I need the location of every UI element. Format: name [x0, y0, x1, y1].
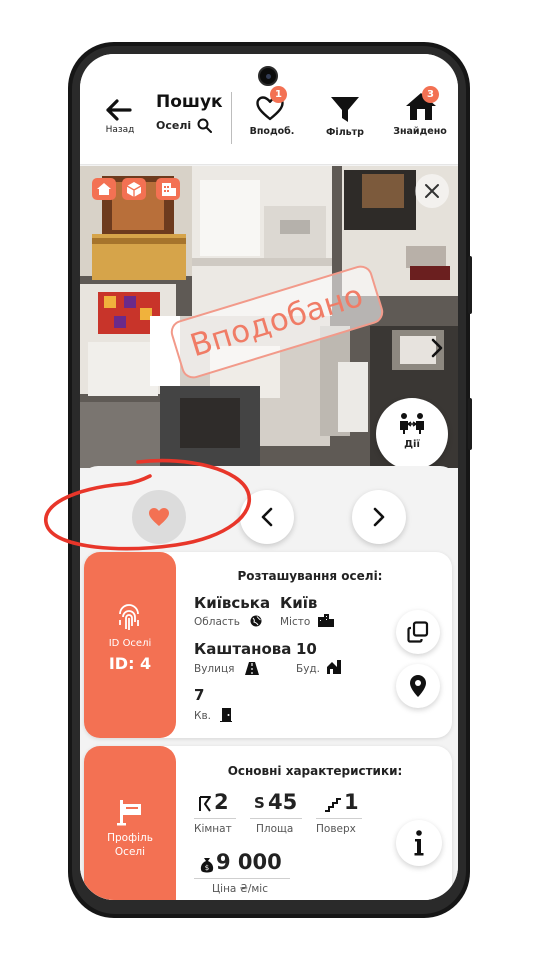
city-label: Місто	[280, 616, 311, 628]
search-icon	[197, 118, 212, 133]
next-listing-button[interactable]	[352, 490, 406, 544]
building-icon	[162, 183, 176, 196]
building-label: Буд.	[296, 663, 321, 675]
found-count-badge: 3	[422, 86, 439, 103]
profile-label-line2: Оселі	[114, 846, 146, 858]
house-building-icon	[327, 660, 341, 674]
room-type-chip[interactable]	[122, 178, 146, 200]
rooms-label: Кімнат	[194, 823, 232, 835]
filter-button[interactable]: Фільтр	[320, 94, 370, 142]
copy-icon	[407, 621, 429, 643]
profile-label-line1: Профіль	[107, 832, 153, 844]
front-camera	[258, 66, 278, 86]
previous-listing-button[interactable]	[240, 490, 294, 544]
arrow-left-icon	[106, 99, 132, 121]
people-exchange-icon	[400, 413, 424, 434]
back-button[interactable]: Назад	[100, 94, 140, 144]
volume-button	[468, 256, 472, 314]
back-label: Назад	[105, 125, 135, 135]
city-buildings-icon	[318, 614, 334, 627]
actions-button[interactable]: Дії	[376, 398, 448, 468]
liked-label: Вподоб.	[249, 126, 295, 137]
liked-count-badge: 1	[270, 86, 287, 103]
heart-filled-icon	[149, 508, 169, 526]
area-label: Площа	[256, 823, 294, 835]
info-button[interactable]	[396, 820, 442, 866]
chevron-left-icon	[261, 507, 273, 527]
features-title: Основні характеристики:	[227, 764, 403, 778]
close-icon	[425, 184, 439, 198]
map-pin-icon	[410, 675, 426, 697]
floor-divider	[316, 818, 362, 819]
apartment-value: 7	[194, 686, 205, 704]
info-icon	[414, 830, 424, 856]
next-image-button[interactable]	[426, 324, 450, 372]
actions-label: Дії	[404, 439, 420, 450]
id-tab[interactable]: ID Оселі ID: 4	[84, 552, 176, 738]
rooms-divider	[194, 818, 236, 819]
price-value: 9 000	[216, 850, 282, 874]
map-location-button[interactable]	[396, 664, 440, 708]
search-button[interactable]: Пошук Оселі	[154, 92, 226, 138]
chevron-right-icon	[373, 507, 385, 527]
search-title: Пошук	[156, 92, 223, 112]
chevron-right-icon	[431, 338, 443, 358]
street-value: Каштанова	[194, 640, 292, 658]
region-value: Київська	[194, 594, 271, 612]
rooms-value: 2	[214, 790, 229, 814]
apartment-label: Кв.	[194, 710, 211, 722]
house-small-icon	[97, 183, 111, 195]
found-label: Знайдено	[393, 126, 447, 137]
building-chip[interactable]	[156, 178, 180, 200]
screen: Назад Пошук Оселі 1 Вподоб. Фільтр 3 Зна…	[80, 54, 458, 900]
price-divider	[194, 878, 290, 879]
location-title: Розташування оселі:	[237, 569, 383, 583]
power-button	[468, 398, 472, 450]
price-label: Ціна ₴/міс	[212, 883, 268, 895]
area-value: 45	[268, 790, 298, 814]
door-icon	[220, 708, 232, 722]
fingerprint-icon	[119, 604, 139, 630]
search-sub: Оселі	[156, 119, 192, 132]
cube-icon	[126, 182, 142, 197]
signboard-icon	[117, 800, 141, 826]
region-label: Область	[194, 616, 240, 628]
road-icon	[245, 662, 259, 675]
home-chip[interactable]	[92, 178, 116, 200]
area-icon: S	[254, 794, 265, 812]
like-button[interactable]	[132, 490, 186, 544]
floor-value: 1	[344, 790, 359, 814]
area-divider	[250, 818, 302, 819]
globe-icon	[250, 615, 262, 627]
liked-button[interactable]: 1 Вподоб.	[248, 86, 296, 142]
building-value: 10	[296, 640, 317, 658]
street-label: Вулиця	[194, 663, 235, 675]
floor-label: Поверх	[316, 823, 356, 835]
copy-button[interactable]	[396, 610, 440, 654]
filter-label: Фільтр	[326, 127, 364, 138]
close-button[interactable]	[415, 174, 449, 208]
stairs-icon	[325, 798, 341, 812]
funnel-icon	[331, 97, 359, 122]
money-bag-icon: $	[200, 858, 214, 873]
id-label: ID Оселі	[108, 638, 152, 649]
svg-text:$: $	[205, 864, 209, 872]
found-button[interactable]: 3 Знайдено	[392, 84, 448, 142]
room-corner-icon	[199, 796, 211, 812]
id-value: ID: 4	[108, 654, 152, 673]
city-value: Київ	[280, 594, 318, 612]
profile-tab[interactable]: Профіль Оселі	[84, 746, 176, 900]
header-divider	[231, 92, 232, 144]
